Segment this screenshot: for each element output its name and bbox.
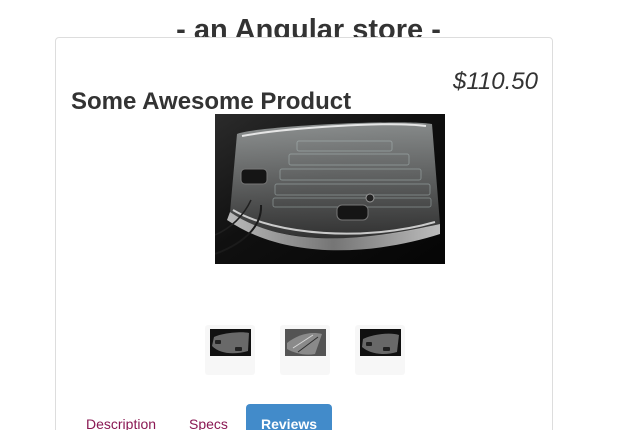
- glass-keyboard-thumbnail-icon: [360, 329, 401, 356]
- product-panel: Some Awesome Product $110.50 Description…: [55, 37, 553, 430]
- thumbnail-1[interactable]: [205, 325, 255, 375]
- tab-specs[interactable]: Specs: [174, 404, 243, 430]
- glass-keyboard-thumbnail-icon: [210, 329, 251, 356]
- product-main-image: [215, 114, 445, 264]
- thumbnail-2[interactable]: [280, 325, 330, 375]
- product-thumbnails: [205, 325, 405, 375]
- store-page: - an Angular store - Some Awesome Produc…: [0, 0, 617, 430]
- tab-description[interactable]: Description: [71, 404, 171, 430]
- tab-reviews[interactable]: Reviews: [246, 404, 333, 430]
- product-name: Some Awesome Product: [71, 87, 352, 115]
- product-price: $110.50: [453, 68, 538, 95]
- glass-device-thumbnail-icon: [285, 329, 326, 356]
- thumbnail-3[interactable]: [355, 325, 405, 375]
